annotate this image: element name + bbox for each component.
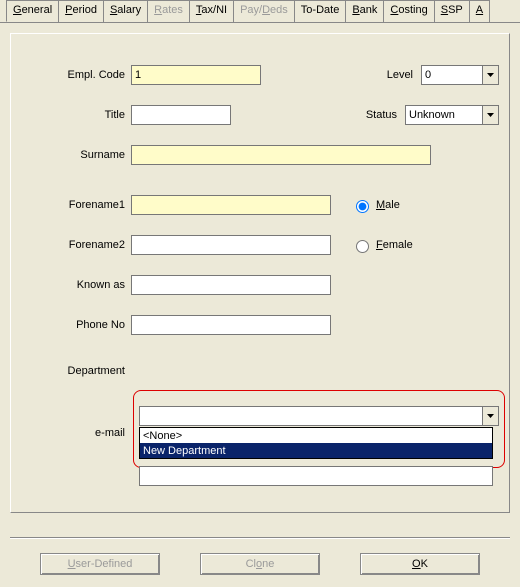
tab-rates[interactable]: Rates — [147, 0, 190, 22]
title-input[interactable] — [131, 105, 231, 125]
label-forename2: Forename2 — [21, 239, 131, 251]
radio-female-label: Female — [376, 239, 413, 251]
button-row: User-Defined Clone OK — [0, 553, 520, 575]
label-surname: Surname — [21, 149, 131, 161]
user-defined-button[interactable]: User-Defined — [40, 553, 160, 575]
label-email: e-mail — [21, 427, 131, 439]
tab-salary[interactable]: Salary — [103, 0, 148, 22]
empl-code-input[interactable] — [131, 65, 261, 85]
tab-general[interactable]: General — [6, 0, 59, 22]
chevron-down-icon[interactable] — [482, 407, 498, 425]
department-dropdown-list[interactable]: <None> New Department — [139, 427, 493, 459]
chevron-down-icon[interactable] — [482, 106, 498, 124]
tab-costing[interactable]: Costing — [383, 0, 434, 22]
forename2-input[interactable] — [131, 235, 331, 255]
radio-male[interactable]: Male — [351, 197, 400, 213]
level-value[interactable] — [422, 66, 482, 84]
radio-male-input[interactable] — [356, 200, 369, 213]
label-empl-code: Empl. Code — [21, 69, 131, 81]
tab-bank[interactable]: Bank — [345, 0, 384, 22]
label-department: Department — [21, 365, 131, 377]
radio-female-input[interactable] — [356, 240, 369, 253]
tab-row: General Period Salary Rates Tax/NI Pay/D… — [6, 0, 520, 22]
label-status: Status — [366, 109, 397, 121]
label-forename1: Forename1 — [21, 199, 131, 211]
tab-ssp[interactable]: SSP — [434, 0, 470, 22]
department-option-none[interactable]: <None> — [140, 428, 492, 443]
department-option-new[interactable]: New Department — [140, 443, 492, 458]
phone-no-input[interactable] — [131, 315, 331, 335]
tab-a[interactable]: A — [469, 0, 490, 22]
chevron-down-icon[interactable] — [482, 66, 498, 84]
radio-male-label: Male — [376, 199, 400, 211]
known-as-input[interactable] — [131, 275, 331, 295]
label-phone-no: Phone No — [21, 319, 131, 331]
ok-button[interactable]: OK — [360, 553, 480, 575]
tab-taxni[interactable]: Tax/NI — [189, 0, 234, 22]
status-combo[interactable] — [405, 105, 499, 125]
status-value[interactable] — [406, 106, 482, 124]
clone-button[interactable]: Clone — [200, 553, 320, 575]
tab-period[interactable]: Period — [58, 0, 104, 22]
label-known-as: Known as — [21, 279, 131, 291]
form-panel: Empl. Code Level Title Status — [10, 33, 510, 513]
email-input[interactable] — [139, 466, 493, 486]
department-combo[interactable] — [139, 406, 499, 426]
tab-paydeds[interactable]: Pay/Deds — [233, 0, 295, 22]
surname-input[interactable] — [131, 145, 431, 165]
radio-female[interactable]: Female — [351, 237, 413, 253]
label-level: Level — [387, 69, 413, 81]
level-combo[interactable] — [421, 65, 499, 85]
forename1-input[interactable] — [131, 195, 331, 215]
tab-todate[interactable]: To-Date — [294, 0, 347, 22]
label-title: Title — [21, 109, 131, 121]
department-value[interactable] — [140, 407, 482, 425]
divider — [10, 537, 510, 539]
